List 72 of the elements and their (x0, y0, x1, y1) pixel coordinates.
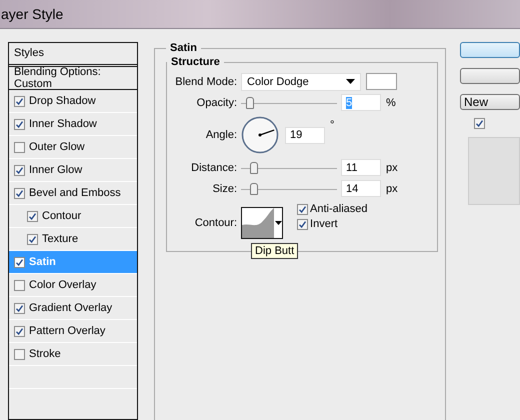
effect-label: Stroke (29, 348, 61, 360)
size-field[interactable]: 14 (341, 180, 382, 197)
checkbox[interactable] (27, 210, 38, 222)
slider-thumb[interactable] (250, 162, 258, 174)
dialog-button[interactable]: New (460, 94, 520, 110)
unit-label: px (386, 182, 398, 194)
field-label: Size: (212, 182, 238, 194)
field-label: Blend Mode: (174, 76, 238, 88)
checkbox[interactable] (14, 280, 25, 290)
effect-label: Color Overlay (29, 279, 96, 291)
sidebar-item[interactable]: Inner Glow (9, 159, 138, 182)
slider-thumb[interactable] (250, 182, 258, 194)
window-title: ayer Style (1, 6, 64, 22)
field-label: Angle: (204, 129, 238, 141)
caret-icon (346, 79, 356, 84)
contour-picker[interactable] (241, 207, 284, 239)
color-swatch[interactable] (366, 73, 398, 90)
field-label: Contour: (194, 217, 238, 229)
slider-thumb[interactable] (246, 96, 254, 108)
effect-label: Inner Glow (29, 164, 82, 176)
checkbox[interactable] (297, 218, 308, 230)
angle-field[interactable]: 19 (285, 126, 326, 144)
checkbox[interactable] (474, 118, 485, 129)
checkbox-label: Invert (310, 218, 338, 230)
caret-icon (275, 221, 282, 225)
sidebar-item[interactable]: Color Overlay (9, 274, 138, 297)
unit-label: px (386, 162, 398, 174)
dialog-button[interactable] (460, 42, 520, 58)
distance-field[interactable]: 11 (341, 159, 382, 176)
sidebar-item[interactable]: Outer Glow (9, 136, 138, 159)
checkbox[interactable] (14, 164, 25, 176)
tooltip: Dip Butt (251, 243, 298, 259)
field-label: Distance: (190, 162, 238, 174)
sidebar-item[interactable]: Bevel and Emboss (9, 182, 138, 205)
effect-label: Contour (42, 210, 82, 222)
sidebar-item[interactable]: Gradient Overlay (9, 297, 138, 320)
group-title: Satin (169, 42, 198, 54)
effect-label: Bevel and Emboss (29, 187, 121, 199)
effect-label: Satin (29, 256, 56, 268)
checkbox[interactable] (14, 256, 25, 268)
effect-label: Gradient Overlay (29, 302, 112, 314)
effect-label: Inner Shadow (29, 118, 97, 130)
field-label: Opacity: (196, 96, 238, 108)
effect-label: Texture (42, 233, 78, 245)
dialog-button[interactable] (460, 68, 520, 84)
angle-dial[interactable] (241, 116, 280, 154)
checkbox[interactable] (14, 96, 25, 106)
sidebar-item[interactable]: Stroke (9, 343, 138, 366)
sidebar-item[interactable]: Inner Shadow (9, 113, 138, 136)
sidebar-item[interactable]: Blending Options: Custom (9, 67, 138, 90)
checkbox[interactable] (14, 348, 25, 360)
checkbox[interactable] (14, 118, 25, 130)
sidebar-item[interactable]: Drop Shadow (9, 90, 138, 113)
sidebar-item[interactable]: Pattern Overlay (9, 320, 138, 343)
checkbox[interactable] (297, 204, 308, 214)
checkbox-label: Anti-aliased (310, 203, 368, 215)
list-header: Styles (9, 43, 138, 67)
contour-curve-icon (242, 208, 274, 238)
unit-label: ° (330, 119, 334, 131)
effect-label: Drop Shadow (29, 95, 96, 107)
checkbox[interactable] (14, 326, 25, 336)
checkbox[interactable] (27, 234, 38, 244)
effect-label: Pattern Overlay (29, 325, 106, 337)
checkbox[interactable] (14, 188, 25, 198)
checkbox[interactable] (14, 302, 25, 314)
blend-mode-dropdown[interactable]: Color Dodge (241, 72, 362, 90)
group-title: Structure (170, 56, 221, 68)
effect-label: Outer Glow (29, 141, 85, 153)
unit-label: % (386, 96, 396, 108)
checkbox[interactable] (14, 142, 25, 152)
sidebar-item[interactable]: Contour (9, 205, 138, 228)
selected-text: 5 (346, 96, 352, 108)
